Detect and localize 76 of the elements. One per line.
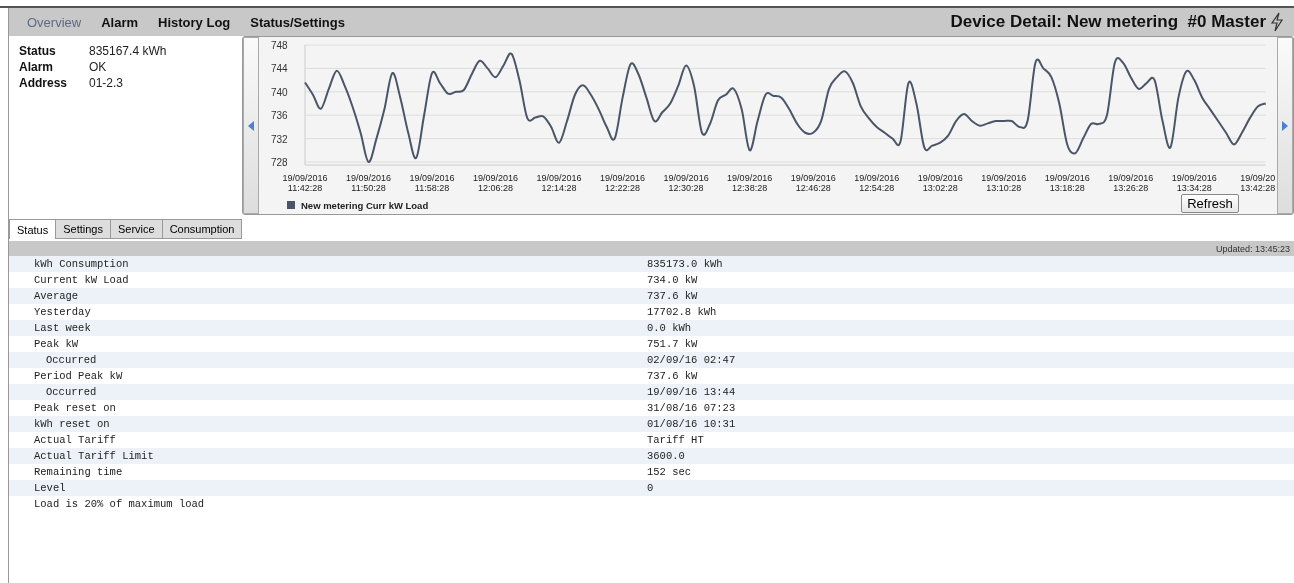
row-value: 751.7 kW (647, 338, 698, 350)
row-label: Actual Tariff Limit (33, 450, 155, 462)
row-label: kWh reset on (33, 418, 111, 430)
row-label: Occurred (45, 386, 98, 398)
row-value: 152 sec (647, 466, 692, 478)
x-tick-label: 19/09/2016 12:22:28 (600, 173, 646, 193)
x-tick-label: 19/09/2016 12:46:28 (790, 173, 836, 193)
row-label: Current kW Load (33, 274, 130, 286)
row-value: 02/09/16 02:47 (647, 354, 736, 366)
row-label: kWh Consumption (33, 258, 130, 270)
info-label: Address (19, 76, 69, 90)
row-label: Average (33, 290, 80, 302)
x-tick-label: 19/09/2016 12:30:28 (663, 173, 709, 193)
y-tick-label: 736 (271, 110, 288, 122)
x-tick-label: 19/09/2016 11:42:28 (282, 173, 328, 193)
legend-label: New metering Curr kW Load (301, 200, 429, 211)
row-label: Actual Tariff (33, 434, 117, 446)
x-tick-label: 19/09/2016 11:58:28 (409, 173, 455, 193)
x-tick-label: 19/09/2016 13:34:28 (1171, 173, 1217, 193)
y-tick-label: 732 (271, 133, 288, 145)
page-title: Device Detail: New metering #0 Master (950, 12, 1266, 32)
row-label: Period Peak kW (33, 370, 124, 382)
triangle-left-icon (248, 120, 254, 131)
nav-link[interactable]: Status/Settings (250, 14, 345, 30)
legend-swatch (287, 201, 295, 209)
row-value: 0 (647, 482, 654, 494)
x-tick-label: 19/09/2016 13:26:28 (1108, 173, 1154, 193)
row-value: Tariff HT (647, 434, 704, 446)
row-value: 31/08/16 07:23 (647, 402, 736, 414)
row-label: Level (33, 482, 67, 494)
row-value: 19/09/16 13:44 (647, 386, 736, 398)
lightning-icon (1270, 12, 1284, 32)
row-value: 835173.0 kWh (647, 258, 723, 270)
row-value: 17702.8 kWh (647, 306, 717, 318)
tab[interactable]: Settings (55, 219, 111, 239)
row-label: Remaining time (33, 466, 124, 478)
row-value: 737.6 kW (647, 290, 698, 302)
triangle-right-icon (1282, 120, 1288, 131)
x-tick-label: 19/09/20 13:42:28 (1240, 173, 1276, 193)
row-label: Last week (33, 322, 92, 334)
scroll-right-button[interactable] (1277, 37, 1293, 214)
info-label: Alarm (19, 60, 54, 74)
x-tick-label: 19/09/2016 13:18:28 (1044, 173, 1090, 193)
x-tick-label: 19/09/2016 12:38:28 (727, 173, 773, 193)
x-tick-label: 19/09/2016 12:06:28 (473, 173, 519, 193)
y-tick-label: 728 (271, 157, 288, 168)
row-label: Load is 20% of maximum load (33, 498, 206, 510)
y-tick-label: 744 (271, 63, 288, 75)
row-value: 3600.0 (647, 450, 685, 462)
nav-link[interactable]: History Log (158, 14, 231, 30)
updated-time: Updated: 13:45:23 (1215, 243, 1290, 254)
y-tick-label: 740 (271, 86, 288, 98)
row-label: Yesterday (33, 306, 92, 318)
x-tick-label: 19/09/2016 12:14:28 (536, 173, 582, 193)
x-tick-label: 19/09/2016 12:54:28 (854, 173, 900, 193)
scroll-left-button[interactable] (243, 37, 259, 214)
row-value: 737.6 kW (647, 370, 698, 382)
x-tick-label: 19/09/2016 13:10:28 (981, 173, 1027, 193)
nav-link[interactable]: Alarm (101, 14, 139, 30)
info-value: 835167.4 kWh (89, 44, 168, 58)
row-value: 0.0 kWh (647, 322, 692, 334)
row-value: 734.0 kW (647, 274, 698, 286)
info-value: OK (89, 60, 108, 74)
row-value: 01/08/16 10:31 (647, 418, 736, 430)
tab[interactable]: Consumption (161, 219, 243, 239)
row-label: Peak reset on (33, 402, 117, 414)
info-label: Status (19, 44, 57, 58)
row-label: Occurred (45, 354, 98, 366)
row-label: Peak kW (33, 338, 80, 350)
tab[interactable]: Status (9, 219, 57, 239)
refresh-button[interactable]: Refresh (1181, 194, 1239, 213)
info-value: 01-2.3 (89, 76, 125, 90)
y-tick-label: 748 (271, 40, 288, 51)
tab[interactable]: Service (109, 219, 163, 239)
x-tick-label: 19/09/2016 11:50:28 (346, 173, 392, 193)
x-tick-label: 19/09/2016 13:02:28 (917, 173, 963, 193)
